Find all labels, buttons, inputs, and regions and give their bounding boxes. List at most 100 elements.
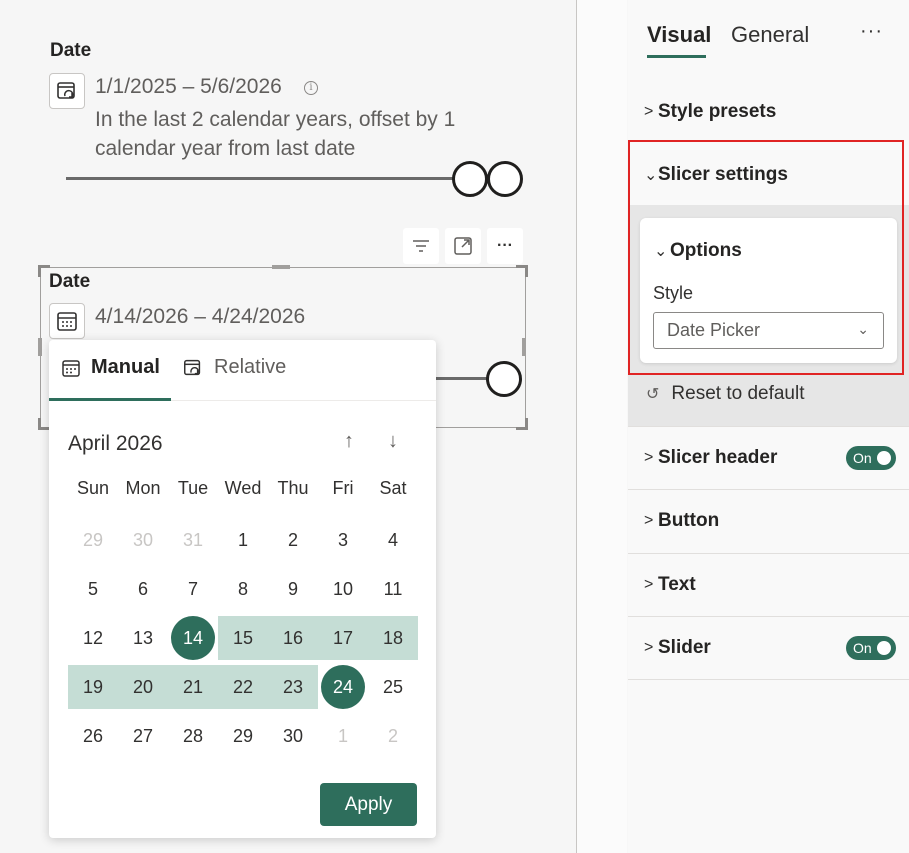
calendar-day[interactable]: 27 — [118, 714, 168, 758]
calendar-day[interactable]: 3 — [318, 518, 368, 562]
active-tab-indicator — [49, 398, 171, 401]
section-style-presets-label: Style presets — [658, 101, 777, 122]
relative-date-icon — [184, 359, 201, 375]
next-month-button[interactable]: ↓ — [388, 430, 398, 453]
calendar-day[interactable]: 31 — [168, 518, 218, 562]
section-text[interactable]: > Text — [628, 572, 909, 598]
weekday-header: Tue — [177, 478, 209, 498]
section-button[interactable]: > Button — [628, 508, 909, 534]
date-picker-popup: Manual Relative April 2026 ↑ ↓ Sun Mon Tue… — [49, 340, 436, 838]
slicer-header-toggle[interactable]: On — [846, 446, 896, 470]
more-options-icon[interactable]: ··· — [487, 228, 523, 264]
calendar-day-in-range[interactable]: 16 — [268, 616, 318, 660]
calendar-day-number: 14 — [182, 627, 204, 648]
calendar-day[interactable]: 30 — [118, 518, 168, 562]
top-slicer-description-1: In the last 2 calendar years, offset by … — [95, 108, 456, 131]
top-slicer-title: Date — [50, 40, 92, 61]
pane-gap — [577, 0, 627, 853]
weekday-header: Mon — [125, 478, 161, 498]
calendar-day-number: 27 — [132, 725, 154, 746]
calendar-day-number: 7 — [187, 578, 198, 599]
calendar-day[interactable]: 26 — [68, 714, 118, 758]
calendar-day[interactable]: 30 — [268, 714, 318, 758]
calendar-day-in-range[interactable]: 19 — [68, 665, 118, 709]
calendar-day-in-range[interactable]: 18 — [368, 616, 418, 660]
calendar-day-in-range[interactable]: 23 — [268, 665, 318, 709]
tab-relative-label: Relative — [214, 356, 287, 378]
focus-mode-icon[interactable] — [445, 228, 481, 264]
calendar-day[interactable]: 1 — [318, 714, 368, 758]
calendar-day[interactable]: 28 — [168, 714, 218, 758]
resize-handle-top-right[interactable] — [516, 265, 528, 277]
calendar-day[interactable]: 25 — [368, 665, 418, 709]
calendar-day[interactable]: 2 — [368, 714, 418, 758]
calendar-day[interactable]: 8 — [218, 567, 268, 611]
calendar-day[interactable]: 5 — [68, 567, 118, 611]
section-divider — [628, 616, 909, 617]
calendar-day-in-range[interactable]: 22 — [218, 665, 268, 709]
section-divider — [628, 679, 909, 680]
reset-to-default-button[interactable]: ↺ Reset to default — [646, 383, 805, 405]
calendar-day-number: 5 — [87, 578, 98, 599]
calendar-day-in-range[interactable]: 20 — [118, 665, 168, 709]
calendar-day[interactable]: 29 — [68, 518, 118, 562]
calendar-day[interactable]: 7 — [168, 567, 218, 611]
tab-manual[interactable]: Manual — [61, 356, 160, 379]
calendar-day-number: 29 — [232, 725, 254, 746]
calendar-icon[interactable] — [49, 303, 85, 339]
calendar-day[interactable]: 9 — [268, 567, 318, 611]
section-slider-label: Slider — [658, 637, 711, 658]
tab-relative[interactable]: Relative — [182, 356, 286, 379]
calendar-day[interactable]: 1 — [218, 518, 268, 562]
weekday-header: Wed — [224, 478, 262, 498]
calendar-day[interactable]: 12 — [68, 616, 118, 660]
calendar-day[interactable]: 29 — [218, 714, 268, 758]
section-slicer-header[interactable]: > Slicer header On — [628, 445, 909, 471]
top-slider-start-handle[interactable] — [452, 161, 488, 197]
calendar-day-in-range[interactable]: 21 — [168, 665, 218, 709]
resize-handle-bottom-right[interactable] — [516, 418, 528, 430]
previous-month-button[interactable]: ↑ — [344, 430, 354, 453]
pane-active-tab-indicator — [647, 55, 706, 58]
calendar-day[interactable]: 6 — [118, 567, 168, 611]
bottom-slicer-range: 4/14/2026 – 4/24/2026 — [95, 305, 306, 328]
calendar-day[interactable]: 2 — [268, 518, 318, 562]
slider-toggle[interactable]: On — [846, 636, 896, 660]
calendar-day-number: 8 — [237, 578, 248, 599]
calendar-day-selected[interactable]: 14 — [168, 616, 218, 660]
calendar-day-number: 13 — [132, 627, 154, 648]
resize-handle-right[interactable] — [522, 338, 526, 356]
resize-handle-top[interactable] — [272, 265, 290, 269]
calendar-day-number: 15 — [232, 627, 254, 648]
filter-icon[interactable] — [403, 228, 439, 264]
tab-manual-label: Manual — [91, 356, 160, 378]
relative-date-icon[interactable] — [49, 73, 85, 109]
tab-general[interactable]: General — [731, 22, 809, 48]
section-slider[interactable]: > Slider On — [628, 635, 909, 661]
calendar-day[interactable]: 10 — [318, 567, 368, 611]
calendar-day[interactable]: 11 — [368, 567, 418, 611]
bottom-slider-end-handle[interactable] — [486, 361, 522, 397]
pane-more-icon[interactable]: ··· — [860, 20, 883, 43]
top-slider-end-handle[interactable] — [487, 161, 523, 197]
calendar-day-number: 22 — [232, 676, 254, 697]
apply-button[interactable]: Apply — [320, 783, 417, 826]
calendar-day-number: 23 — [282, 676, 304, 697]
calendar-day-in-range[interactable]: 17 — [318, 616, 368, 660]
chevron-right-icon: > — [644, 639, 654, 656]
tab-visual[interactable]: Visual — [647, 22, 711, 48]
calendar-day[interactable]: 4 — [368, 518, 418, 562]
highlight-box — [628, 140, 904, 375]
weekday-header: Thu — [277, 478, 309, 498]
calendar-day-number: 28 — [182, 725, 204, 746]
calendar-day-in-range[interactable]: 15 — [218, 616, 268, 660]
chevron-right-icon: > — [644, 512, 654, 529]
section-style-presets[interactable]: > Style presets — [628, 99, 909, 125]
calendar-day-selected[interactable]: 24 — [318, 665, 368, 709]
weekday-header: Sat — [379, 478, 407, 498]
calendar-day-number: 17 — [332, 627, 354, 648]
calendar-day-number: 30 — [132, 529, 154, 550]
resize-handle-left[interactable] — [38, 338, 42, 356]
info-icon[interactable]: i — [304, 81, 318, 95]
calendar-day[interactable]: 13 — [118, 616, 168, 660]
